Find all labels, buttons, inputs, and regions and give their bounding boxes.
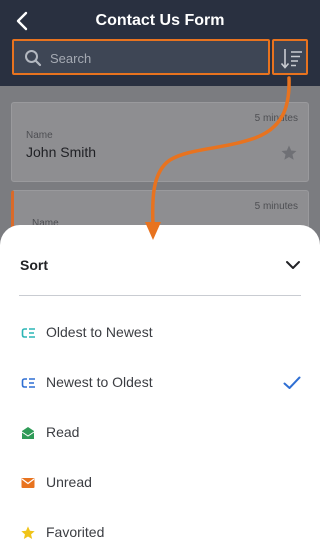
search-bar[interactable] — [12, 39, 270, 75]
sort-option-favorited[interactable]: Favorited — [0, 513, 320, 546]
sheet-title: Sort — [20, 257, 48, 273]
chevron-down-icon[interactable] — [285, 259, 301, 271]
sort-option-unread[interactable]: Unread — [0, 463, 320, 503]
star-icon — [21, 526, 35, 539]
divider — [19, 295, 301, 296]
search-icon — [25, 50, 42, 67]
item-time: 5 minutes — [254, 201, 298, 212]
search-input[interactable] — [48, 47, 262, 69]
star-icon[interactable] — [280, 144, 298, 162]
item-field-label: Name — [26, 130, 53, 141]
sort-button[interactable] — [272, 39, 308, 75]
envelope-open-icon — [21, 427, 35, 439]
sort-sheet: Sort Oldest to Newest Newest to Oldest R… — [0, 225, 320, 546]
sort-option-label: Oldest to Newest — [46, 324, 153, 340]
sort-option-label: Unread — [46, 474, 92, 490]
item-time: 5 minutes — [254, 113, 298, 124]
sort-list-icon — [21, 378, 35, 388]
contact-us-form-screen: Contact Us Form 5 minutes Name John Smit… — [0, 0, 320, 546]
sort-option-read[interactable]: Read — [0, 413, 320, 453]
list-item[interactable]: 5 minutes Name John Smith — [11, 102, 309, 182]
sort-option-label: Read — [46, 424, 80, 440]
sort-option-oldest-to-newest[interactable]: Oldest to Newest — [0, 313, 320, 353]
sort-option-label: Newest to Oldest — [46, 374, 153, 390]
sort-list-icon — [21, 328, 35, 338]
sort-option-newest-to-oldest[interactable]: Newest to Oldest — [0, 363, 320, 403]
page-title: Contact Us Form — [95, 12, 225, 29]
envelope-icon — [21, 478, 35, 488]
top-bar: Contact Us Form — [0, 0, 320, 86]
checkmark-icon — [283, 376, 301, 389]
item-name: John Smith — [26, 144, 97, 160]
sort-descending-list-icon — [280, 49, 302, 69]
sort-option-label: Favorited — [46, 524, 105, 540]
